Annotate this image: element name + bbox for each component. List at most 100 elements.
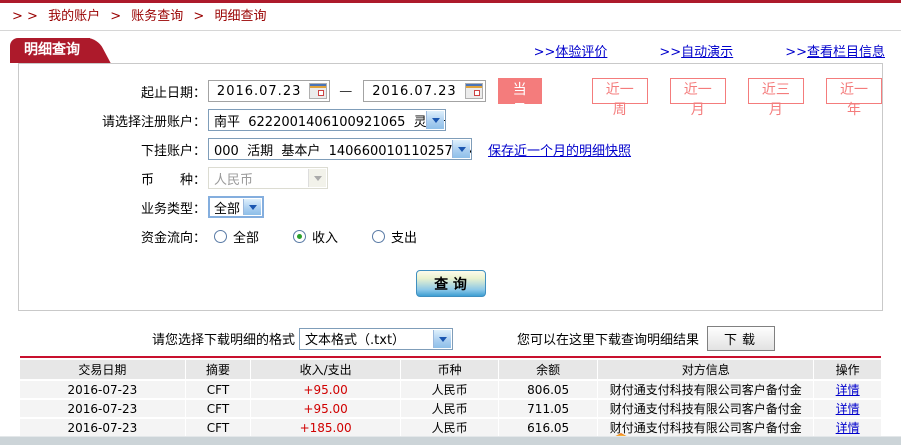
cell-counterparty: 财付通支付科技有限公司客户备付金 bbox=[597, 380, 815, 400]
calendar-icon[interactable] bbox=[309, 83, 328, 99]
cell-date: 2016-07-23 bbox=[20, 380, 186, 400]
dropdown-arrow-icon[interactable] bbox=[433, 329, 452, 348]
detail-query-page: > > 我的账户 > 账务查询 > 明细查询 明细查询 >>体验评价 >>自动演… bbox=[0, 0, 901, 445]
download-button[interactable]: 下载 bbox=[707, 326, 776, 351]
detail-link[interactable]: 详情 bbox=[836, 402, 860, 416]
date-to-input[interactable]: 2016.07.23 bbox=[363, 80, 486, 102]
breadcrumb-prefix: > > bbox=[12, 9, 38, 24]
sub-account-select[interactable]: 000 活期 基本户 1406600101102571848 bbox=[208, 138, 472, 160]
tab-detail-query[interactable]: 明细查询 bbox=[10, 38, 90, 63]
col-amount: 收入/支出 bbox=[250, 360, 402, 381]
save-snapshot-link[interactable]: 保存近一个月的明细快照 bbox=[488, 140, 631, 159]
breadcrumb-separator: > bbox=[193, 9, 205, 24]
fund-flow-label: 资金流向： bbox=[140, 230, 206, 246]
dropdown-arrow-icon[interactable] bbox=[452, 140, 470, 158]
table-row: 2016-07-23 CFT +95.00 人民币 711.05 财付通支付科技… bbox=[20, 399, 881, 419]
breadcrumb-item-my-account[interactable]: 我的账户 bbox=[48, 9, 100, 24]
register-account-value: 南平 6222001406100921065 灵通卡 bbox=[214, 114, 446, 130]
col-counterparty: 对方信息 bbox=[597, 360, 815, 381]
cell-balance: 616.05 bbox=[498, 418, 599, 438]
flow-income-label: 收入 bbox=[312, 230, 339, 246]
query-button-row: 查 询 bbox=[19, 270, 882, 297]
quick-range-year-button[interactable]: 近一年 bbox=[825, 78, 883, 118]
breadcrumb-item-account-query[interactable]: 账务查询 bbox=[131, 9, 183, 24]
experience-feedback-link[interactable]: >>体验评价 bbox=[534, 41, 608, 60]
radio-circle-icon[interactable] bbox=[214, 229, 227, 243]
bottom-bar bbox=[0, 436, 901, 445]
business-type-value: 全部 bbox=[214, 201, 241, 217]
date-range-dash: — bbox=[339, 83, 353, 99]
cell-counterparty: 财付通支付科技有限公司客户备付金 bbox=[597, 399, 815, 419]
cell-balance: 806.05 bbox=[498, 380, 599, 400]
header-links: >>体验评价 >>自动演示 >>查看栏目信息 bbox=[534, 41, 885, 60]
cell-summary: CFT bbox=[185, 380, 252, 400]
currency-row: 币 种： 人民币 bbox=[19, 166, 882, 190]
download-section: 请您选择下载明细的格式 文本格式（.txt） 您可以在这里下载查询明细结果 下载 bbox=[0, 326, 901, 351]
cell-currency: 人民币 bbox=[400, 380, 500, 400]
breadcrumb: > > 我的账户 > 账务查询 > 明细查询 bbox=[0, 3, 901, 31]
transactions-table: 交易日期 摘要 收入/支出 币种 余额 对方信息 操作 2016-07-23 C… bbox=[20, 360, 881, 438]
download-format-select[interactable]: 文本格式（.txt） bbox=[299, 327, 454, 350]
dropdown-arrow-icon[interactable] bbox=[426, 111, 444, 129]
detail-link[interactable]: 详情 bbox=[836, 383, 860, 397]
table-row: 2016-07-23 CFT +95.00 人民币 806.05 财付通支付科技… bbox=[20, 380, 881, 400]
col-balance: 余额 bbox=[498, 360, 599, 381]
dropdown-arrow-icon[interactable] bbox=[243, 199, 261, 215]
currency-select: 人民币 bbox=[208, 167, 328, 189]
cell-amount: +95.00 bbox=[250, 380, 402, 400]
cell-date: 2016-07-23 bbox=[20, 418, 186, 438]
currency-label: 币 种： bbox=[140, 172, 206, 188]
detail-link[interactable]: 详情 bbox=[836, 421, 860, 435]
register-account-select[interactable]: 南平 6222001406100921065 灵通卡 bbox=[208, 109, 446, 131]
quick-range-month-button[interactable]: 近一月 bbox=[669, 78, 726, 118]
date-range-row: 起止日期： 2016.07.23 — 2016.07.23 当日 近一周 近一月… bbox=[19, 78, 883, 118]
register-account-label: 请选择注册账户： bbox=[101, 114, 206, 130]
table-row: 2016-07-23 CFT +185.00 人民币 616.05 财付通支付科… bbox=[20, 418, 881, 438]
sub-account-row: 下挂账户： 000 活期 基本户 1406600101102571848 保存近… bbox=[19, 137, 882, 161]
cell-counterparty: 财付通支付科技有限公司客户备付金 bbox=[597, 418, 815, 438]
breadcrumb-item-detail-query[interactable]: 明细查询 bbox=[214, 9, 266, 24]
dropdown-arrow-icon bbox=[308, 169, 326, 187]
col-date: 交易日期 bbox=[20, 360, 186, 381]
quick-range-today-button[interactable]: 当日 bbox=[497, 78, 542, 118]
date-range-label: 起止日期： bbox=[140, 85, 206, 101]
business-type-select[interactable]: 全部 bbox=[208, 196, 264, 218]
flow-income-radio[interactable]: 收入 bbox=[293, 227, 338, 246]
business-type-label: 业务类型： bbox=[140, 201, 206, 217]
sub-account-label: 下挂账户： bbox=[140, 143, 206, 159]
col-currency: 币种 bbox=[400, 360, 500, 381]
auto-demo-link[interactable]: >>自动演示 bbox=[659, 41, 733, 60]
col-action: 操作 bbox=[813, 360, 881, 381]
col-summary: 摘要 bbox=[185, 360, 252, 381]
date-from-input[interactable]: 2016.07.23 bbox=[208, 80, 331, 102]
download-format-label: 请您选择下载明细的格式 bbox=[152, 333, 296, 348]
flow-all-label: 全部 bbox=[233, 230, 260, 246]
radio-circle-icon[interactable] bbox=[372, 229, 386, 243]
cell-summary: CFT bbox=[185, 399, 252, 419]
quick-range-week-button[interactable]: 近一周 bbox=[591, 78, 648, 118]
cell-summary: CFT bbox=[185, 418, 252, 438]
cell-date: 2016-07-23 bbox=[20, 399, 186, 419]
fund-flow-options: 全部 收入 支出 bbox=[214, 227, 417, 246]
column-info-link[interactable]: >>查看栏目信息 bbox=[785, 41, 885, 60]
query-button[interactable]: 查 询 bbox=[415, 270, 486, 297]
radio-circle-icon[interactable] bbox=[293, 229, 307, 243]
cell-currency: 人民币 bbox=[400, 418, 500, 438]
table-accent-line bbox=[20, 356, 881, 358]
table-header-row: 交易日期 摘要 收入/支出 币种 余额 对方信息 操作 bbox=[20, 360, 881, 381]
cell-currency: 人民币 bbox=[400, 399, 500, 419]
quick-range-3months-button[interactable]: 近三月 bbox=[747, 78, 804, 118]
cell-balance: 711.05 bbox=[498, 399, 599, 419]
download-hint: 您可以在这里下载查询明细结果 bbox=[517, 333, 700, 348]
flow-all-radio[interactable]: 全部 bbox=[214, 227, 259, 246]
business-type-row: 业务类型： 全部 bbox=[19, 195, 882, 219]
cell-amount: +185.00 bbox=[250, 418, 402, 438]
register-account-row: 请选择注册账户： 南平 6222001406100921065 灵通卡 bbox=[19, 108, 882, 132]
calendar-icon[interactable] bbox=[464, 83, 483, 99]
query-form: 起止日期： 2016.07.23 — 2016.07.23 当日 近一周 近一月… bbox=[18, 63, 883, 311]
download-format-value: 文本格式（.txt） bbox=[305, 333, 406, 348]
date-to-value: 2016.07.23 bbox=[372, 83, 457, 99]
tab-label: 明细查询 bbox=[24, 42, 80, 58]
tab-row: 明细查询 >>体验评价 >>自动演示 >>查看栏目信息 bbox=[0, 38, 901, 63]
flow-expense-radio[interactable]: 支出 bbox=[372, 227, 417, 246]
